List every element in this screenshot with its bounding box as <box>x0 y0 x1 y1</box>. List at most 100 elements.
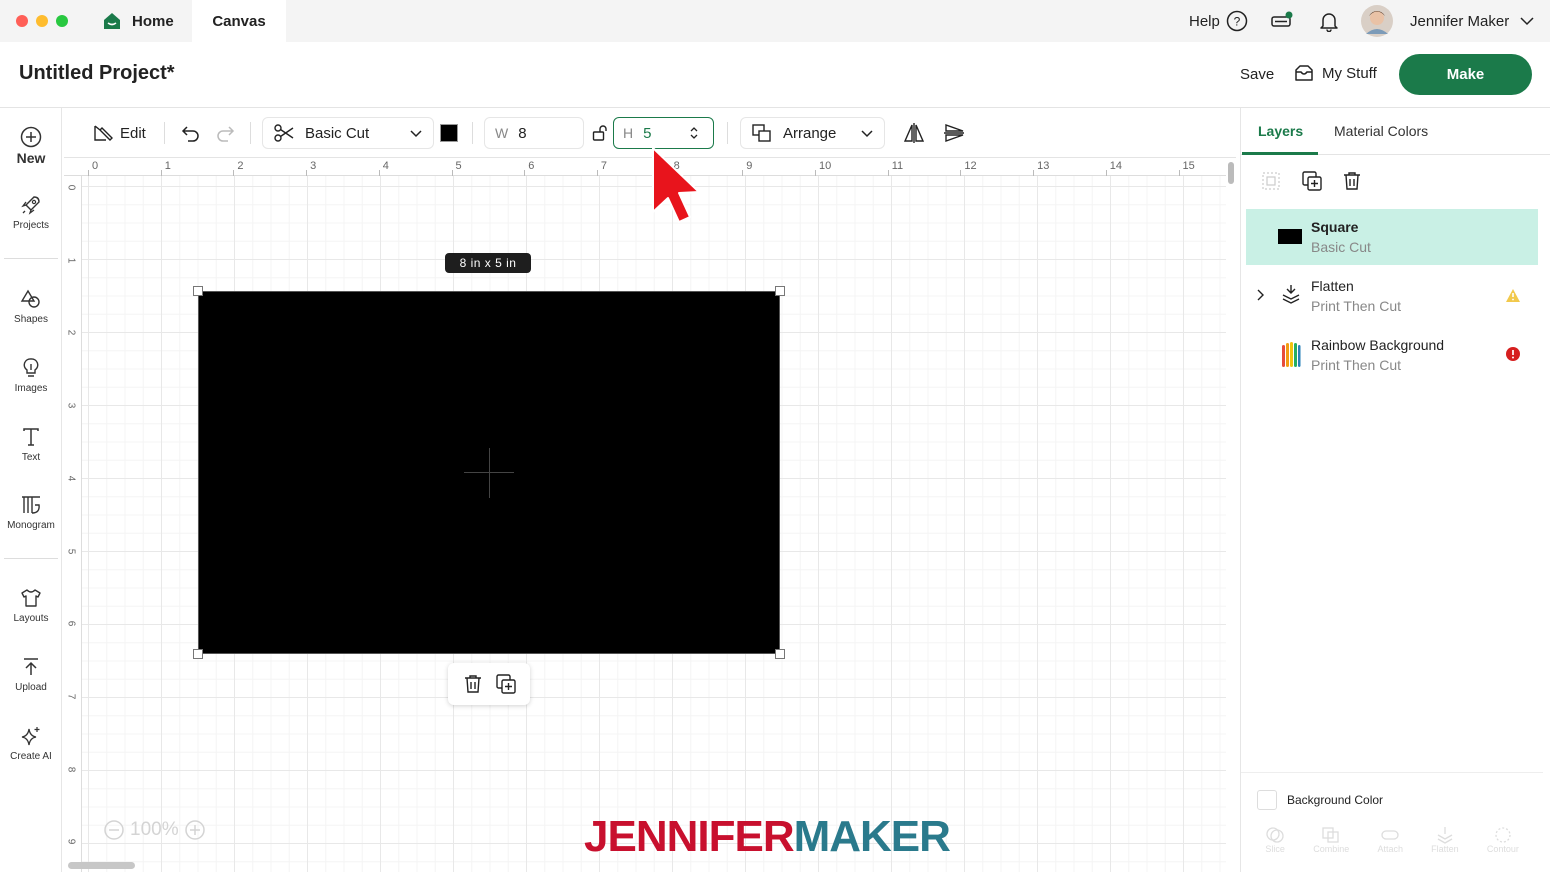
sidebar-item-layouts[interactable]: Layouts <box>0 587 62 624</box>
sidebar-item-label: Layouts <box>13 613 49 624</box>
tab-home-label: Home <box>132 12 174 30</box>
arrange-select[interactable]: Arrange <box>740 117 885 149</box>
vertical-scrollbar[interactable] <box>1226 158 1236 872</box>
contour-label: Contour <box>1486 844 1519 854</box>
layer-item-rainbow-background[interactable]: Rainbow Background Print Then Cut <box>1246 327 1538 383</box>
flatten-button[interactable]: Flatten <box>1431 826 1459 854</box>
stepper-icon[interactable] <box>689 125 699 141</box>
dimension-badge: 8 in x 5 in <box>445 253 531 273</box>
help-label: Help <box>1189 12 1220 30</box>
maximize-window-button[interactable] <box>56 15 68 27</box>
trash-icon[interactable] <box>462 673 484 695</box>
sidebar-item-upload[interactable]: Upload <box>0 656 62 693</box>
layer-item-flatten[interactable]: Flatten Print Then Cut <box>1246 268 1538 324</box>
resize-handle-bottom-left[interactable] <box>193 649 203 659</box>
sidebar-item-create-ai[interactable]: Create AI <box>0 725 62 762</box>
layer-operation: Basic Cut <box>1311 239 1371 255</box>
horizontal-scrollbar[interactable] <box>68 862 135 869</box>
layer-operation: Print Then Cut <box>1311 298 1402 314</box>
sidebar-item-projects[interactable]: Projects <box>0 194 62 231</box>
tab-home[interactable]: Home <box>92 0 194 42</box>
watermark-part1: JENNIFER <box>584 812 795 861</box>
edit-button[interactable]: Edit <box>92 117 146 149</box>
combine-button[interactable]: Combine <box>1313 826 1349 854</box>
sidebar-divider <box>4 258 58 259</box>
home-icon <box>104 13 120 29</box>
ruler-tick-label: 8 <box>65 766 77 772</box>
redo-button[interactable] <box>214 117 236 149</box>
save-button[interactable]: Save <box>1240 66 1274 83</box>
group-button[interactable] <box>1261 170 1281 192</box>
contour-button[interactable]: Contour <box>1487 826 1519 854</box>
minimize-window-button[interactable] <box>36 15 48 27</box>
error-icon[interactable] <box>1505 346 1521 362</box>
tab-layers[interactable]: Layers <box>1258 123 1303 139</box>
height-value: 5 <box>643 124 652 142</box>
inbox-icon <box>1295 65 1313 81</box>
sidebar-item-shapes[interactable]: Shapes <box>0 288 62 325</box>
color-swatch <box>440 124 458 142</box>
undo-icon <box>181 126 199 142</box>
combine-label: Combine <box>1313 844 1350 854</box>
warning-icon[interactable] <box>1505 288 1521 303</box>
chevron-down-icon <box>410 130 422 138</box>
my-stuff-button[interactable]: My Stuff <box>1294 64 1377 82</box>
combine-icon <box>1322 827 1339 843</box>
ruler-tick <box>233 170 235 176</box>
close-window-button[interactable] <box>16 15 28 27</box>
toolbar-divider <box>727 122 728 144</box>
ruler-tick-label: 5 <box>455 160 462 172</box>
attach-label: Attach <box>1377 844 1403 854</box>
duplicate-icon[interactable] <box>495 673 517 695</box>
flip-vertical-button[interactable] <box>942 117 966 149</box>
notifications-button[interactable] <box>1318 0 1340 42</box>
project-title[interactable]: Untitled Project* <box>19 62 175 85</box>
attach-button[interactable]: Attach <box>1377 826 1403 854</box>
toolbar-divider <box>250 122 251 144</box>
ruler-tick <box>1033 170 1035 176</box>
watermark-logo: JENNIFERMAKER <box>584 812 951 862</box>
undo-button[interactable] <box>180 117 202 149</box>
user-menu[interactable]: Jennifer Maker <box>1360 0 1535 42</box>
ruler-tick <box>378 170 380 176</box>
contour-icon <box>1495 827 1511 843</box>
slice-button[interactable]: Slice <box>1265 826 1285 854</box>
machine-button[interactable] <box>1270 0 1294 42</box>
chevron-down-icon <box>861 130 873 138</box>
zoom-out-icon[interactable] <box>104 820 124 840</box>
vertical-scrollbar-thumb[interactable] <box>1228 162 1234 184</box>
duplicate-layer-button[interactable] <box>1301 170 1323 192</box>
ruler-tick-label: 5 <box>65 548 77 554</box>
help-button[interactable]: Help ? <box>1189 0 1248 42</box>
operation-label: Basic Cut <box>305 124 370 142</box>
background-color-swatch[interactable] <box>1257 790 1277 810</box>
height-field[interactable]: H 5 <box>613 117 714 149</box>
layer-item-square[interactable]: Square Basic Cut <box>1246 209 1538 265</box>
lock-aspect-button[interactable] <box>592 117 608 149</box>
sidebar-item-label: Shapes <box>14 314 48 325</box>
operation-select[interactable]: Basic Cut <box>262 117 434 149</box>
resize-handle-top-right[interactable] <box>775 286 785 296</box>
delete-layer-button[interactable] <box>1341 170 1363 192</box>
background-color-row[interactable]: Background Color <box>1257 790 1383 810</box>
sidebar-item-new[interactable]: New <box>0 126 62 166</box>
sidebar-item-text[interactable]: Text <box>0 426 62 463</box>
sidebar-item-monogram[interactable]: Monogram <box>0 494 62 531</box>
make-button[interactable]: Make <box>1399 54 1532 95</box>
resize-handle-top-left[interactable] <box>193 286 203 296</box>
shapes-icon <box>20 289 40 308</box>
resize-handle-bottom-right[interactable] <box>775 649 785 659</box>
zoom-in-icon[interactable] <box>184 820 205 840</box>
sidebar-item-images[interactable]: Images <box>0 357 62 394</box>
tab-canvas[interactable]: Canvas <box>192 0 286 42</box>
layer-name: Rainbow Background <box>1311 337 1445 353</box>
tab-material-colors[interactable]: Material Colors <box>1334 123 1428 139</box>
width-field[interactable]: W 8 <box>484 117 584 149</box>
chevron-right-icon[interactable] <box>1254 288 1268 302</box>
shirt-icon <box>21 589 41 607</box>
ruler-tick <box>596 170 598 176</box>
flip-horizontal-icon <box>903 123 925 143</box>
color-swatch-button[interactable] <box>440 117 458 149</box>
flip-horizontal-button[interactable] <box>902 117 926 149</box>
ruler-tick <box>887 170 889 176</box>
